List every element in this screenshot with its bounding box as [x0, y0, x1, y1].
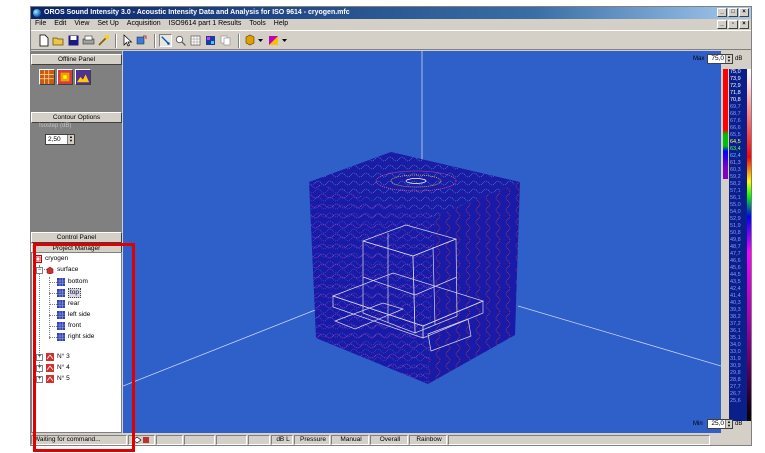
palette-status: Rainbow	[409, 435, 447, 445]
app-window: OROS Sound Intensity 3.0 - Acoustic Inte…	[30, 6, 752, 446]
new-icon[interactable]	[37, 34, 50, 47]
menu-help[interactable]: Help	[270, 19, 292, 29]
min-control: Min 25,0 ▲ ▼ dB	[690, 418, 752, 430]
min-label: Min	[693, 421, 703, 427]
menu-view[interactable]: View	[70, 19, 93, 29]
window-title: OROS Sound Intensity 3.0 - Acoustic Inte…	[44, 9, 350, 16]
color-scale-panel: 75,0 73,9 72,9 71,8 70,8 69,7 68,7 67,6 …	[722, 51, 751, 433]
band-status: Overall	[370, 435, 408, 445]
control-panel-header: Control Panel	[31, 232, 122, 243]
wand-icon[interactable]	[97, 34, 110, 47]
menu-file[interactable]: File	[31, 19, 50, 29]
zoom-icon[interactable]	[174, 34, 187, 47]
max-label: Max	[693, 56, 705, 62]
view-mesh-button[interactable]	[39, 69, 55, 85]
cube-render	[123, 51, 721, 387]
mode-status: Manual	[331, 435, 369, 445]
status-bar: Waiting for command... dB L Pressure Man…	[31, 435, 751, 446]
doc-restore-button[interactable]: ▫	[728, 20, 738, 29]
weighting-status: dB L	[271, 435, 293, 445]
menu-edit[interactable]: Edit	[50, 19, 70, 29]
palette-icon[interactable]	[268, 34, 288, 47]
pointer-icon[interactable]	[120, 34, 133, 47]
menu-setup[interactable]: Set Up	[93, 19, 122, 29]
open-icon[interactable]	[52, 34, 65, 47]
contour-options-header: Contour Options	[31, 112, 122, 123]
doc-close-button[interactable]: ×	[739, 20, 749, 29]
doc-minimize-button[interactable]: _	[717, 20, 727, 29]
view-map-button[interactable]	[57, 69, 73, 85]
menu-acquisition[interactable]: Acquisition	[123, 19, 165, 29]
grid-icon[interactable]	[189, 34, 202, 47]
max-value: 75,0	[711, 55, 724, 62]
probe-icon[interactable]	[159, 34, 172, 47]
copy-icon[interactable]	[219, 34, 232, 47]
min-unit: dB	[735, 421, 743, 427]
maximize-button[interactable]: □	[728, 8, 738, 17]
spinner-arrows-icon[interactable]: ▲ ▼	[67, 135, 74, 144]
max-unit: dB	[735, 56, 743, 62]
view-spectrum-button[interactable]	[75, 69, 91, 85]
min-value: 25,0	[711, 420, 724, 427]
project-manager-highlight	[33, 243, 135, 452]
isostep-value: 2,50	[48, 136, 61, 143]
cube-icon[interactable]	[204, 34, 217, 47]
save-icon[interactable]	[67, 34, 80, 47]
max-input[interactable]: 75,0 ▲ ▼	[707, 54, 733, 64]
menu-tools[interactable]: Tools	[245, 19, 269, 29]
title-bar: OROS Sound Intensity 3.0 - Acoustic Inte…	[31, 7, 751, 19]
app-icon	[33, 9, 41, 17]
max-control: Max 75,0 ▲ ▼ dB	[690, 53, 752, 65]
quantity-status: Pressure	[294, 435, 330, 445]
menu-bar: File Edit View Set Up Acquisition ISO961…	[31, 19, 751, 29]
rotate-icon[interactable]	[135, 34, 148, 47]
minimize-button[interactable]: _	[717, 8, 727, 17]
isostep-input[interactable]: 2,50 ▲ ▼	[45, 134, 75, 145]
spinner-arrows-icon[interactable]: ▲ ▼	[725, 55, 732, 63]
close-button[interactable]: ×	[739, 8, 749, 17]
color-scale: 75,0 73,9 72,9 71,8 70,8 69,7 68,7 67,6 …	[722, 69, 751, 421]
toolbar	[31, 30, 751, 50]
isostep-label: Isostep (dB)	[39, 123, 72, 129]
3d-viewport[interactable]	[123, 51, 721, 433]
offline-panel-header: Offline Panel	[31, 54, 122, 65]
spinner-arrows-icon[interactable]: ▲ ▼	[725, 420, 732, 428]
min-input[interactable]: 25,0 ▲ ▼	[707, 419, 733, 429]
display-mode-icon[interactable]	[244, 34, 264, 47]
print-icon[interactable]	[82, 34, 95, 47]
menu-iso-results[interactable]: ISO9614 part 1 Results	[165, 19, 246, 29]
